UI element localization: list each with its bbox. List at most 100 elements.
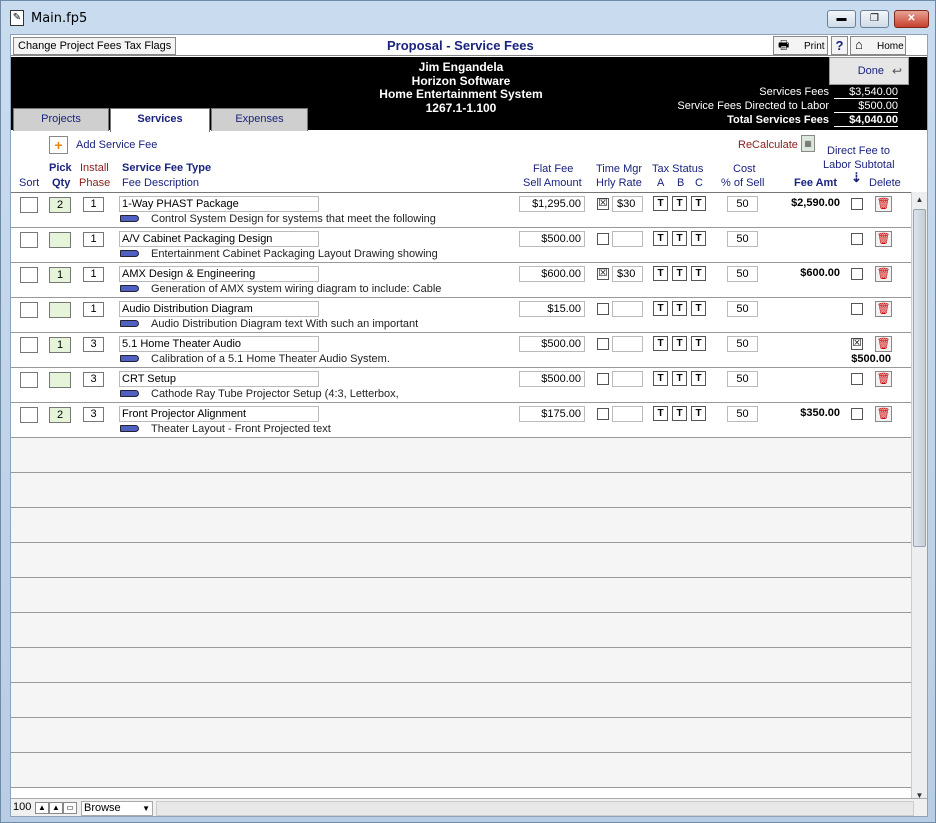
- pick-qty-field[interactable]: 1: [49, 337, 71, 353]
- tax-c-toggle[interactable]: T: [691, 406, 706, 421]
- service-fee-type-field[interactable]: Audio Distribution Diagram: [119, 301, 319, 317]
- tax-a-toggle[interactable]: T: [653, 196, 668, 211]
- hourly-rate-field[interactable]: [612, 336, 643, 352]
- pick-qty-field[interactable]: [49, 372, 71, 388]
- done-button[interactable]: Done ↩: [829, 57, 909, 85]
- tax-b-toggle[interactable]: T: [672, 301, 687, 316]
- delete-trash-icon[interactable]: 🗑: [875, 336, 892, 352]
- add-icon[interactable]: +: [49, 136, 68, 154]
- pick-qty-field[interactable]: 2: [49, 407, 71, 423]
- pick-qty-field[interactable]: [49, 302, 71, 318]
- cost-pct-field[interactable]: 50: [727, 196, 758, 212]
- sort-checkbox[interactable]: [20, 267, 38, 283]
- zoom-out-icon[interactable]: ▲: [35, 802, 49, 814]
- status-area-icon[interactable]: ▭: [63, 802, 77, 814]
- zoom-level[interactable]: 100: [13, 801, 31, 813]
- time-mgr-checkbox[interactable]: [597, 233, 609, 245]
- cost-pct-field[interactable]: 50: [727, 371, 758, 387]
- scroll-thumb[interactable]: [913, 209, 926, 547]
- home-button[interactable]: ⌂ Home: [850, 36, 906, 55]
- service-fee-type-field[interactable]: AMX Design & Engineering: [119, 266, 319, 282]
- direct-to-labor-checkbox[interactable]: [851, 268, 863, 280]
- sort-checkbox[interactable]: [20, 372, 38, 388]
- mode-select[interactable]: Browse ▼: [81, 801, 153, 816]
- calculator-icon[interactable]: ▦: [801, 135, 815, 152]
- delete-trash-icon[interactable]: 🗑: [875, 266, 892, 282]
- zoom-in-icon[interactable]: ▲: [49, 802, 63, 814]
- tax-a-toggle[interactable]: T: [653, 266, 668, 281]
- service-fee-type-field[interactable]: 5.1 Home Theater Audio: [119, 336, 319, 352]
- cost-pct-field[interactable]: 50: [727, 406, 758, 422]
- tax-b-toggle[interactable]: T: [672, 266, 687, 281]
- print-button[interactable]: 🖶 Print: [773, 36, 828, 55]
- direct-to-labor-checkbox[interactable]: [851, 373, 863, 385]
- install-phase-field[interactable]: 1: [83, 197, 104, 212]
- flat-fee-field[interactable]: $15.00: [519, 301, 585, 317]
- tab-services[interactable]: Services: [110, 108, 210, 132]
- time-mgr-checkbox[interactable]: [597, 408, 609, 420]
- tax-a-toggle[interactable]: T: [653, 301, 668, 316]
- delete-trash-icon[interactable]: 🗑: [875, 301, 892, 317]
- hourly-rate-field[interactable]: [612, 301, 643, 317]
- vertical-scrollbar[interactable]: ▲ ▼: [911, 192, 927, 804]
- flat-fee-field[interactable]: $600.00: [519, 266, 585, 282]
- tab-projects[interactable]: Projects: [13, 108, 109, 131]
- minimize-button[interactable]: ▬: [827, 10, 856, 28]
- hourly-rate-field[interactable]: [612, 371, 643, 387]
- tax-b-toggle[interactable]: T: [672, 336, 687, 351]
- flat-fee-field[interactable]: $500.00: [519, 371, 585, 387]
- help-button[interactable]: ?: [831, 36, 848, 55]
- pencil-icon[interactable]: [120, 285, 139, 292]
- horizontal-scrollbar[interactable]: [156, 801, 914, 816]
- hourly-rate-field[interactable]: [612, 406, 643, 422]
- install-phase-field[interactable]: 3: [83, 372, 104, 387]
- flat-fee-field[interactable]: $500.00: [519, 336, 585, 352]
- sort-checkbox[interactable]: [20, 232, 38, 248]
- cost-pct-field[interactable]: 50: [727, 266, 758, 282]
- cost-pct-field[interactable]: 50: [727, 301, 758, 317]
- sort-checkbox[interactable]: [20, 302, 38, 318]
- direct-to-labor-checkbox[interactable]: [851, 233, 863, 245]
- direct-to-labor-checkbox[interactable]: [851, 408, 863, 420]
- pencil-icon[interactable]: [120, 425, 139, 432]
- tab-expenses[interactable]: Expenses: [211, 108, 308, 131]
- sort-checkbox[interactable]: [20, 337, 38, 353]
- install-phase-field[interactable]: 1: [83, 302, 104, 317]
- tax-b-toggle[interactable]: T: [672, 371, 687, 386]
- maximize-button[interactable]: ❐: [860, 10, 889, 28]
- pick-qty-field[interactable]: 2: [49, 197, 71, 213]
- delete-trash-icon[interactable]: 🗑: [875, 231, 892, 247]
- recalculate-button[interactable]: ReCalculate: [738, 139, 798, 151]
- hourly-rate-field[interactable]: $30: [612, 266, 643, 282]
- cost-pct-field[interactable]: 50: [727, 336, 758, 352]
- sort-checkbox[interactable]: [20, 407, 38, 423]
- tax-c-toggle[interactable]: T: [691, 336, 706, 351]
- install-phase-field[interactable]: 3: [83, 407, 104, 422]
- direct-to-labor-checkbox[interactable]: [851, 303, 863, 315]
- delete-trash-icon[interactable]: 🗑: [875, 196, 892, 212]
- time-mgr-checkbox[interactable]: [597, 303, 609, 315]
- tax-b-toggle[interactable]: T: [672, 196, 687, 211]
- tax-b-toggle[interactable]: T: [672, 406, 687, 421]
- install-phase-field[interactable]: 1: [83, 267, 104, 282]
- flat-fee-field[interactable]: $500.00: [519, 231, 585, 247]
- service-fee-type-field[interactable]: 1-Way PHAST Package: [119, 196, 319, 212]
- time-mgr-checkbox[interactable]: ☒: [597, 198, 609, 210]
- time-mgr-checkbox[interactable]: ☒: [597, 268, 609, 280]
- tax-c-toggle[interactable]: T: [691, 266, 706, 281]
- tax-c-toggle[interactable]: T: [691, 231, 706, 246]
- pencil-icon[interactable]: [120, 320, 139, 327]
- tax-c-toggle[interactable]: T: [691, 196, 706, 211]
- time-mgr-checkbox[interactable]: [597, 338, 609, 350]
- pick-qty-field[interactable]: 1: [49, 267, 71, 283]
- close-button[interactable]: ✕: [894, 10, 929, 28]
- hourly-rate-field[interactable]: $30: [612, 196, 643, 212]
- tax-c-toggle[interactable]: T: [691, 301, 706, 316]
- pencil-icon[interactable]: [120, 215, 139, 222]
- change-tax-flags-button[interactable]: Change Project Fees Tax Flags: [13, 37, 177, 55]
- flat-fee-field[interactable]: $175.00: [519, 406, 585, 422]
- tax-a-toggle[interactable]: T: [653, 336, 668, 351]
- install-phase-field[interactable]: 1: [83, 232, 104, 247]
- install-phase-field[interactable]: 3: [83, 337, 104, 352]
- cost-pct-field[interactable]: 50: [727, 231, 758, 247]
